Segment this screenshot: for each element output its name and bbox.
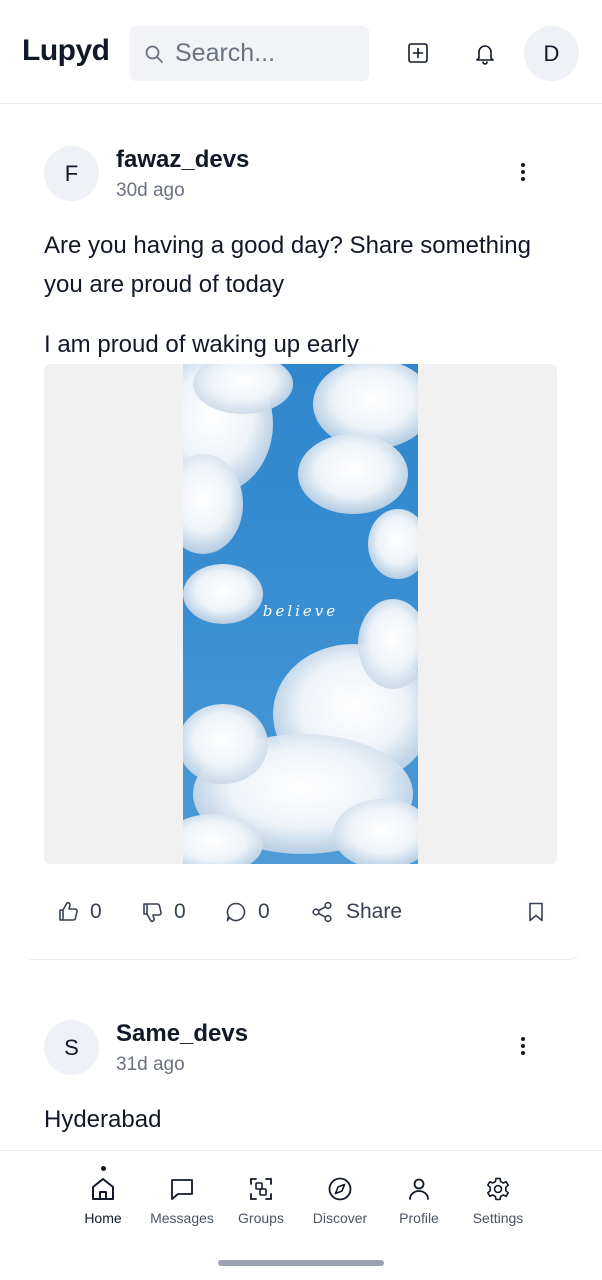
nav-label: Messages bbox=[150, 1210, 214, 1226]
user-avatar[interactable]: D bbox=[524, 26, 579, 81]
post-card: S Same_devs 31d ago Hyderabad bbox=[22, 990, 580, 1150]
gear-icon bbox=[487, 1177, 509, 1201]
image-caption: believe bbox=[262, 602, 339, 620]
system-home-indicator[interactable] bbox=[218, 1260, 384, 1266]
search-placeholder: Search... bbox=[175, 39, 276, 67]
post-text-line: I am proud of waking up early bbox=[44, 331, 359, 358]
like-count: 0 bbox=[90, 900, 102, 923]
more-options-icon[interactable] bbox=[513, 160, 533, 188]
nav-settings[interactable]: Settings bbox=[453, 1175, 543, 1226]
nav-label: Discover bbox=[312, 1210, 368, 1226]
search-icon bbox=[145, 45, 163, 63]
like-button[interactable]: 0 bbox=[56, 892, 102, 932]
active-indicator bbox=[101, 1166, 106, 1171]
author-avatar[interactable]: F bbox=[44, 146, 99, 201]
thumbs-up-icon bbox=[59, 901, 78, 921]
post-card: F fawaz_devs 30d ago Are you having a go… bbox=[22, 104, 580, 960]
post-image[interactable]: believe bbox=[44, 364, 557, 864]
nav-profile[interactable]: Profile bbox=[374, 1175, 464, 1226]
nav-label: Profile bbox=[399, 1210, 439, 1226]
search-input[interactable]: Search... bbox=[130, 26, 369, 81]
post-actions: 0 0 0 Share bbox=[44, 892, 557, 932]
add-post-icon[interactable] bbox=[405, 40, 431, 66]
nav-label: Settings bbox=[472, 1210, 524, 1226]
share-icon bbox=[312, 901, 332, 923]
share-label: Share bbox=[346, 900, 403, 923]
home-icon bbox=[92, 1178, 114, 1200]
comment-count: 0 bbox=[258, 900, 270, 923]
dislike-count: 0 bbox=[174, 900, 186, 923]
author-username[interactable]: fawaz_devs bbox=[116, 146, 249, 174]
top-bar: Lupyd Search... D bbox=[0, 0, 602, 104]
comment-icon bbox=[226, 902, 246, 922]
author-username[interactable]: Same_devs bbox=[116, 1020, 248, 1048]
nav-home[interactable]: Home bbox=[58, 1166, 148, 1226]
post-timestamp: 31d ago bbox=[116, 1054, 185, 1075]
bell-icon[interactable] bbox=[472, 40, 498, 66]
nav-discover[interactable]: Discover bbox=[295, 1175, 385, 1226]
more-options-icon[interactable] bbox=[513, 1034, 533, 1062]
compass-icon bbox=[328, 1177, 352, 1201]
app-screen: Lupyd Search... D F fawaz_devs 30d ago A… bbox=[0, 0, 602, 1280]
dislike-button[interactable]: 0 bbox=[140, 892, 186, 932]
post-text: Are you having a good day? Share somethi… bbox=[44, 232, 531, 298]
post-timestamp: 30d ago bbox=[116, 180, 185, 201]
message-icon bbox=[171, 1179, 193, 1200]
bookmark-button[interactable] bbox=[524, 892, 548, 932]
user-icon bbox=[409, 1178, 429, 1200]
author-avatar[interactable]: S bbox=[44, 1020, 99, 1075]
comment-button[interactable]: 0 bbox=[224, 892, 270, 932]
groups-icon bbox=[250, 1178, 272, 1200]
nav-label: Groups bbox=[238, 1210, 284, 1226]
nav-groups[interactable]: Groups bbox=[216, 1175, 306, 1226]
app-logo[interactable]: Lupyd bbox=[22, 34, 110, 68]
nav-label: Home bbox=[84, 1210, 122, 1226]
thumbs-down-icon bbox=[143, 903, 162, 923]
post-text: Hyderabad bbox=[44, 1106, 162, 1133]
share-button[interactable]: Share bbox=[310, 892, 402, 932]
bookmark-icon bbox=[529, 902, 543, 922]
nav-messages[interactable]: Messages bbox=[137, 1175, 227, 1226]
